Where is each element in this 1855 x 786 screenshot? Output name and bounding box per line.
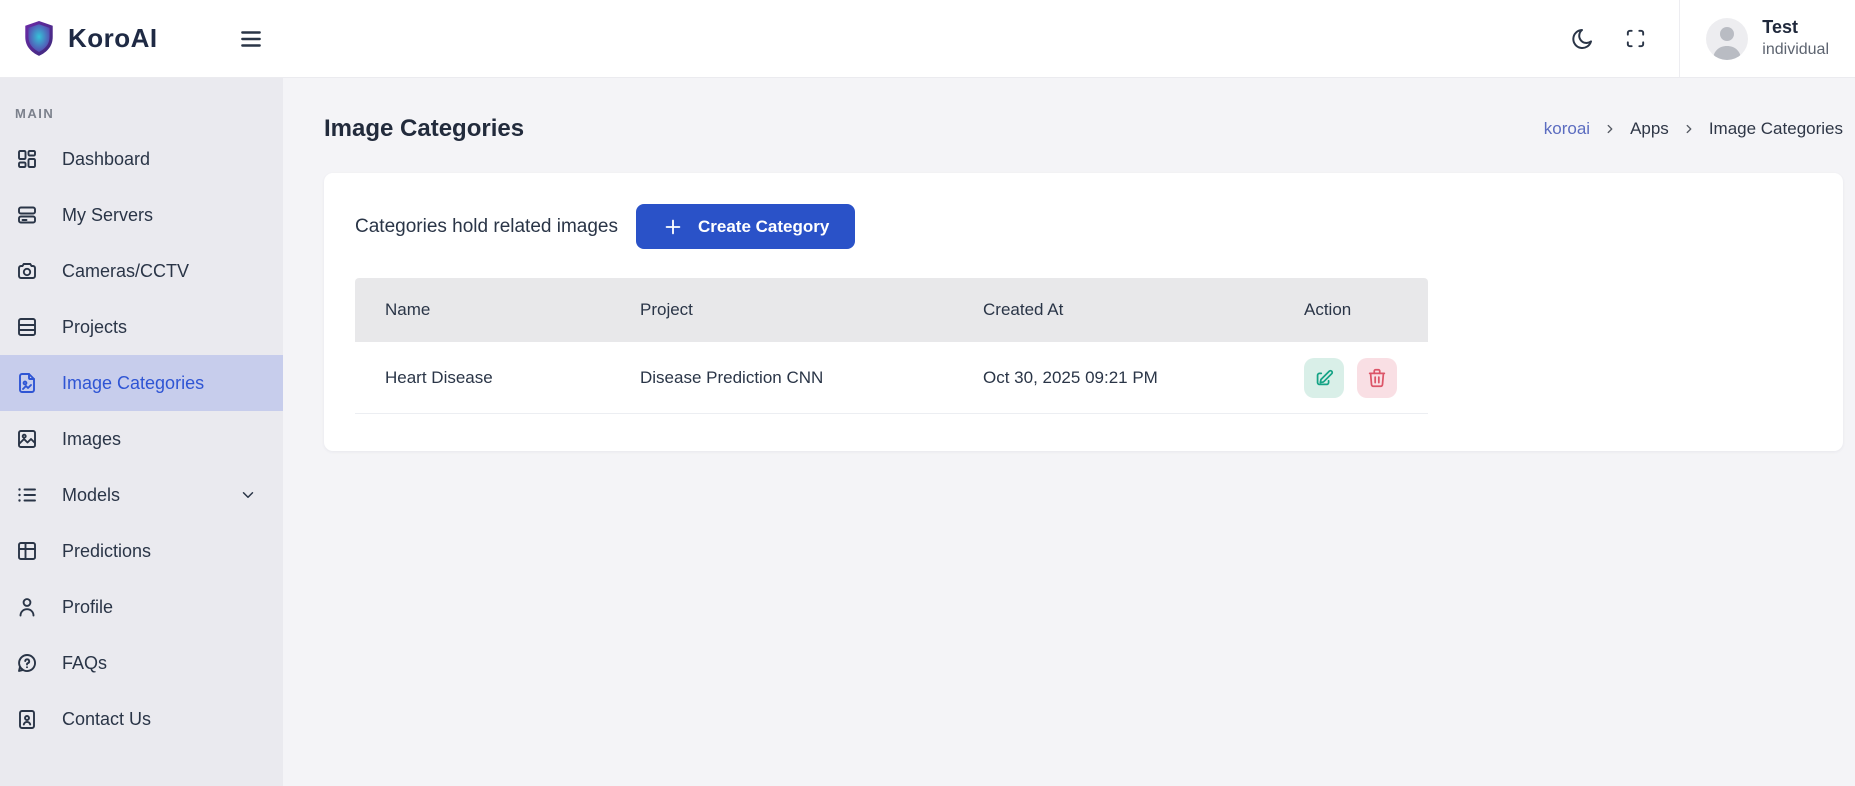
servers-icon xyxy=(14,203,40,227)
sidebar-item-predictions[interactable]: Predictions xyxy=(0,523,283,579)
categories-table: Name Project Created At Action Heart Dis… xyxy=(355,278,1428,414)
models-list-icon xyxy=(14,483,40,507)
delete-button[interactable] xyxy=(1357,357,1397,398)
sidebar: MAIN Dashboard My Servers Cameras/CCTV P… xyxy=(0,78,283,786)
id-card-icon xyxy=(14,707,40,731)
sidebar-item-label: Dashboard xyxy=(62,148,151,169)
sidebar-item-label: Cameras/CCTV xyxy=(62,260,190,281)
top-header: KoroAI Test individual xyxy=(0,0,1855,78)
main-content: Image Categories koroai Apps Image Categ… xyxy=(283,78,1855,786)
moon-icon xyxy=(1570,27,1594,51)
card-header: Categories hold related images Create Ca… xyxy=(355,204,1812,249)
plus-icon xyxy=(662,216,684,238)
sidebar-item-label: Models xyxy=(62,484,121,505)
page-title: Image Categories xyxy=(324,115,525,142)
brand-logo[interactable]: KoroAI xyxy=(0,20,200,58)
sidebar-item-dashboard[interactable]: Dashboard xyxy=(0,131,283,187)
card-subtitle: Categories hold related images xyxy=(355,215,618,237)
breadcrumb-link-koroai[interactable]: koroai xyxy=(1544,119,1590,139)
sidebar-item-label: FAQs xyxy=(62,652,108,673)
sidebar-item-label: My Servers xyxy=(62,204,154,225)
sidebar-item-label: Profile xyxy=(62,596,114,617)
sidebar-item-faqs[interactable]: FAQs xyxy=(0,635,283,691)
sidebar-item-label: Predictions xyxy=(62,540,152,561)
sidebar-item-my-servers[interactable]: My Servers xyxy=(0,187,283,243)
image-file-icon xyxy=(14,371,40,395)
breadcrumb: koroai Apps Image Categories xyxy=(1544,119,1843,139)
column-header-name: Name xyxy=(385,300,431,319)
camera-icon xyxy=(14,259,40,283)
sidebar-item-label: Image Categories xyxy=(62,372,205,393)
chevron-down-icon xyxy=(239,486,257,504)
projects-icon xyxy=(14,315,40,339)
cell-name: Heart Disease xyxy=(385,367,493,387)
sidebar-section-label: MAIN xyxy=(15,106,55,121)
sidebar-item-label: Contact Us xyxy=(62,708,152,729)
user-meta: Test individual xyxy=(1762,16,1829,60)
edit-pencil-icon xyxy=(1313,367,1335,389)
table-row: Heart Disease Disease Prediction CNN Oct… xyxy=(355,342,1428,414)
person-icon xyxy=(14,595,40,619)
image-categories-card: Categories hold related images Create Ca… xyxy=(324,173,1843,451)
user-role: individual xyxy=(1762,40,1829,58)
sidebar-item-projects[interactable]: Projects xyxy=(0,299,283,355)
sidebar-item-models[interactable]: Models xyxy=(0,467,283,523)
breadcrumb-item-current: Image Categories xyxy=(1708,119,1843,138)
fullscreen-button[interactable] xyxy=(1616,19,1655,58)
maximize-icon xyxy=(1624,27,1647,50)
chevron-right-icon xyxy=(1682,122,1696,136)
dashboard-icon xyxy=(14,147,40,171)
sidebar-item-label: Images xyxy=(62,428,122,449)
user-name: Test xyxy=(1762,17,1798,38)
predictions-icon xyxy=(14,539,40,563)
avatar xyxy=(1706,17,1749,60)
trash-icon xyxy=(1366,367,1388,389)
sidebar-item-label: Projects xyxy=(62,316,128,337)
edit-button[interactable] xyxy=(1304,357,1344,398)
photo-icon xyxy=(14,427,40,451)
create-category-button[interactable]: Create Category xyxy=(636,204,856,249)
shield-logo-icon xyxy=(22,20,56,58)
user-menu[interactable]: Test individual xyxy=(1679,0,1855,77)
sidebar-item-cameras-cctv[interactable]: Cameras/CCTV xyxy=(0,243,283,299)
sidebar-item-image-categories[interactable]: Image Categories xyxy=(0,355,283,411)
column-header-created-at: Created At xyxy=(983,300,1064,319)
chevron-right-icon xyxy=(1603,122,1617,136)
row-actions xyxy=(1274,357,1428,398)
sidebar-item-images[interactable]: Images xyxy=(0,411,283,467)
cell-created-at: Oct 30, 2025 09:21 PM xyxy=(983,367,1158,387)
dark-mode-toggle[interactable] xyxy=(1562,19,1602,59)
question-bubble-icon xyxy=(14,651,40,675)
cell-project: Disease Prediction CNN xyxy=(640,367,824,387)
column-header-action: Action xyxy=(1304,300,1352,319)
table-header-row: Name Project Created At Action xyxy=(355,278,1428,342)
sidebar-item-contact-us[interactable]: Contact Us xyxy=(0,691,283,747)
create-category-label: Create Category xyxy=(698,216,830,236)
page-header: Image Categories koroai Apps Image Categ… xyxy=(324,115,1843,143)
sidebar-item-profile[interactable]: Profile xyxy=(0,579,283,635)
column-header-project: Project xyxy=(640,300,693,319)
breadcrumb-item-apps: Apps xyxy=(1630,119,1669,138)
header-actions: Test individual xyxy=(1562,0,1855,77)
hamburger-menu-icon[interactable] xyxy=(238,26,264,52)
brand-name: KoroAI xyxy=(68,23,158,53)
